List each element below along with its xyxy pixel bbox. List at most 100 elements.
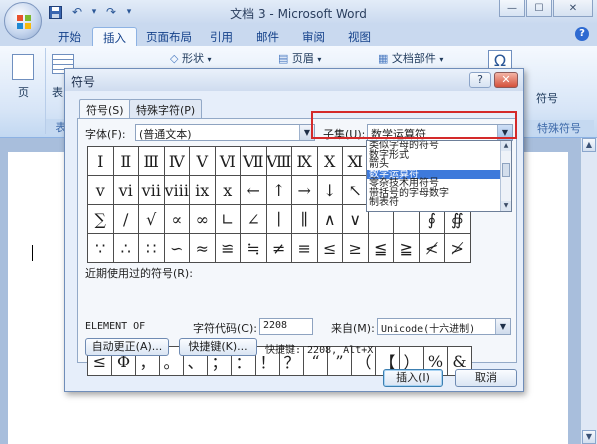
symbol-cell[interactable]: ∝ bbox=[164, 205, 190, 234]
minimize-button[interactable]: — bbox=[499, 0, 525, 17]
symbol-cell[interactable]: ⅴ bbox=[88, 176, 114, 205]
symbol-cell[interactable]: ≥ bbox=[343, 234, 369, 263]
scroll-down-icon[interactable]: ▼ bbox=[582, 430, 596, 444]
autocorrect-button[interactable]: 自动更正(A)... bbox=[85, 338, 169, 356]
symbol-cell[interactable]: ↖ bbox=[343, 176, 369, 205]
cancel-button[interactable]: 取消 bbox=[455, 369, 517, 387]
tab-mailings[interactable]: 邮件 bbox=[246, 27, 289, 46]
symbol-cell[interactable]: ≦ bbox=[368, 234, 394, 263]
symbol-cell[interactable]: → bbox=[292, 176, 318, 205]
symbol-cell[interactable]: ≡ bbox=[292, 234, 318, 263]
symbol-cell[interactable]: Ⅷ bbox=[266, 147, 292, 176]
cover-page-icon[interactable] bbox=[12, 54, 34, 80]
symbol-cell[interactable]: ∠ bbox=[241, 205, 267, 234]
office-logo-icon bbox=[17, 15, 31, 29]
symbol-cell[interactable]: Ⅲ bbox=[139, 147, 165, 176]
help-icon[interactable]: ? bbox=[575, 27, 589, 41]
ribbon-tab-bar: 开始 插入 页面布局 引用 邮件 审阅 视图 bbox=[0, 24, 597, 46]
tab-references[interactable]: 引用 bbox=[200, 27, 243, 46]
symbol-cell[interactable]: ∨ bbox=[343, 205, 369, 234]
subset-dropdown-list[interactable]: 类似字母的符号 数字形式 箭头 数学运算符 零杂技术用符号 带括号的字母数字 制表符 ▲ ▼ bbox=[366, 140, 512, 212]
scroll-down-icon[interactable]: ▼ bbox=[501, 201, 511, 211]
symbol-cell[interactable]: ≈ bbox=[190, 234, 216, 263]
subset-options: 类似字母的符号 数字形式 箭头 数学运算符 零杂技术用符号 带括号的字母数字 制表符 bbox=[367, 141, 511, 208]
char-code-input[interactable]: 2208 bbox=[259, 318, 313, 335]
tab-view[interactable]: 视图 bbox=[338, 27, 381, 46]
dialog-title: 符号 bbox=[71, 75, 96, 89]
symbol-cell[interactable]: ∣ bbox=[266, 205, 292, 234]
dialog-help-button[interactable]: ? bbox=[469, 72, 491, 88]
header-button[interactable]: ▤ 页眉 ▾ bbox=[278, 50, 321, 66]
symbol-cell[interactable]: Ⅱ bbox=[113, 147, 139, 176]
tab-home[interactable]: 开始 bbox=[48, 27, 91, 46]
symbol-cell[interactable]: Ⅺ bbox=[343, 147, 369, 176]
symbol-cell[interactable]: Ⅶ bbox=[241, 147, 267, 176]
symbol-cell[interactable]: Ⅵ bbox=[215, 147, 241, 176]
chevron-down-icon[interactable]: ▼ bbox=[495, 319, 510, 334]
tab-review[interactable]: 审阅 bbox=[292, 27, 335, 46]
subset-option[interactable]: 制表符 bbox=[367, 198, 511, 208]
pages-label[interactable]: 页 bbox=[18, 84, 29, 100]
symbol-cell[interactable]: ≠ bbox=[266, 234, 292, 263]
symbol-cell[interactable]: ∽ bbox=[164, 234, 190, 263]
symbol-cell[interactable]: ∷ bbox=[139, 234, 165, 263]
vertical-scrollbar[interactable]: ▲ ▼ bbox=[580, 138, 597, 444]
symbol-cell[interactable]: ∵ bbox=[88, 234, 114, 263]
font-select[interactable]: (普通文本) ▼ bbox=[135, 124, 315, 141]
document-parts-icon: ▦ bbox=[378, 52, 389, 65]
window-controls: — ☐ ✕ bbox=[499, 0, 593, 17]
maximize-button[interactable]: ☐ bbox=[526, 0, 552, 17]
document-parts-button[interactable]: ▦ 文档部件 ▾ bbox=[378, 50, 443, 66]
symbol-cell[interactable]: √ bbox=[139, 205, 165, 234]
symbol-cell[interactable]: ⅸ bbox=[190, 176, 216, 205]
ribbon-group-pages: 页 bbox=[2, 48, 46, 134]
symbol-cell[interactable]: Ⅳ bbox=[164, 147, 190, 176]
symbol-label[interactable]: 符号 bbox=[536, 90, 558, 106]
symbol-cell[interactable]: Ⅰ bbox=[88, 147, 114, 176]
symbol-cell[interactable]: ⅹ bbox=[215, 176, 241, 205]
from-select[interactable]: Unicode(十六进制) ▼ bbox=[377, 318, 511, 335]
symbol-cell[interactable]: ≌ bbox=[215, 234, 241, 263]
symbol-cell[interactable]: Ⅸ bbox=[292, 147, 318, 176]
scroll-up-icon[interactable]: ▲ bbox=[501, 141, 511, 151]
tab-symbols[interactable]: 符号(S) bbox=[79, 99, 131, 119]
symbol-cell[interactable]: ≮ bbox=[419, 234, 445, 263]
symbol-cell[interactable]: ← bbox=[241, 176, 267, 205]
subset-scrollbar[interactable]: ▲ ▼ bbox=[500, 141, 511, 211]
symbol-cell[interactable]: Ⅴ bbox=[190, 147, 216, 176]
symbol-cell[interactable]: ↓ bbox=[317, 176, 343, 205]
shortcut-key-button[interactable]: 快捷键(K)... bbox=[179, 338, 257, 356]
tab-special-characters[interactable]: 特殊字符(P) bbox=[129, 99, 203, 118]
symbol-cell[interactable]: ∞ bbox=[190, 205, 216, 234]
symbol-cell[interactable]: ∕ bbox=[113, 205, 139, 234]
symbol-cell[interactable]: ⅷ bbox=[164, 176, 190, 205]
symbol-cell[interactable]: ∑ bbox=[88, 205, 114, 234]
tab-page-layout[interactable]: 页面布局 bbox=[136, 27, 202, 46]
symbol-cell[interactable]: ≒ bbox=[241, 234, 267, 263]
shortcut-key-text: 快捷键: 2208, Alt+X bbox=[265, 345, 374, 356]
symbol-cell[interactable]: ∧ bbox=[317, 205, 343, 234]
shapes-button[interactable]: ◇ 形状 ▾ bbox=[170, 50, 211, 66]
symbol-cell[interactable]: ≤ bbox=[317, 234, 343, 263]
close-button[interactable]: ✕ bbox=[553, 0, 593, 17]
symbol-cell[interactable]: ≧ bbox=[394, 234, 420, 263]
table-label[interactable]: 表 bbox=[52, 84, 63, 100]
symbol-cell[interactable]: ≯ bbox=[445, 234, 471, 263]
symbol-cell[interactable]: ⅶ bbox=[139, 176, 165, 205]
symbol-cell[interactable]: ∥ bbox=[292, 205, 318, 234]
character-name: ELEMENT OF bbox=[85, 321, 146, 332]
char-code-label: 字符代码(C): bbox=[193, 322, 257, 335]
symbol-cell[interactable]: ⅵ bbox=[113, 176, 139, 205]
office-button[interactable] bbox=[4, 2, 42, 40]
scroll-thumb[interactable] bbox=[502, 163, 510, 177]
symbol-cell[interactable]: ↑ bbox=[266, 176, 292, 205]
dialog-close-button[interactable]: ✕ bbox=[494, 72, 518, 88]
symbol-cell[interactable]: ∴ bbox=[113, 234, 139, 263]
tab-insert[interactable]: 插入 bbox=[92, 27, 137, 46]
from-label: 来自(M): bbox=[331, 322, 375, 335]
annotation-highlight-box bbox=[311, 111, 517, 139]
insert-button[interactable]: 插入(I) bbox=[383, 369, 443, 387]
scroll-up-icon[interactable]: ▲ bbox=[582, 138, 596, 152]
symbol-cell[interactable]: Ⅹ bbox=[317, 147, 343, 176]
symbol-cell[interactable]: ∟ bbox=[215, 205, 241, 234]
